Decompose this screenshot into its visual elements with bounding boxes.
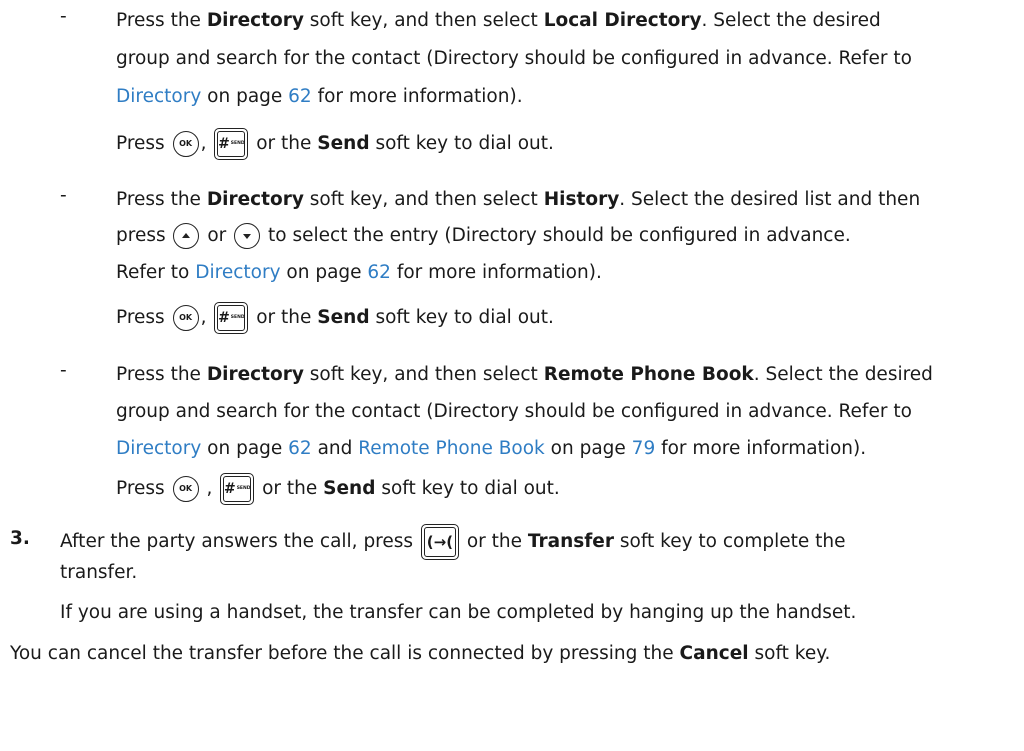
paragraph-line: Refer to Directory on page 62 for more i…: [116, 262, 602, 283]
directory-link[interactable]: Directory: [116, 86, 201, 107]
paragraph-line: After the party answers the call, press …: [60, 524, 846, 560]
paragraph-line: Press the Directory soft key, and then s…: [116, 10, 881, 31]
page-link[interactable]: 62: [288, 438, 312, 459]
paragraph-line: Press the Directory soft key, and then s…: [116, 364, 933, 385]
page-link[interactable]: 62: [367, 262, 391, 283]
step-number: 3.: [10, 528, 30, 549]
page-link[interactable]: 79: [632, 438, 656, 459]
ok-key-icon: OK: [172, 476, 199, 502]
bullet-dash: -: [60, 6, 67, 27]
paragraph-line: Press the Directory soft key, and then s…: [116, 189, 921, 210]
press-line: Press OK, # SEND or the Send soft key to …: [116, 302, 554, 334]
down-arrow-key-icon: [234, 223, 261, 249]
press-line: Press OK, # SEND or the Send soft key to …: [116, 128, 554, 160]
send-key-icon: # SEND: [214, 128, 249, 160]
directory-link[interactable]: Directory: [195, 262, 280, 283]
send-key-icon: # SEND: [220, 473, 255, 505]
paragraph-line: group and search for the contact (Direct…: [116, 401, 912, 422]
paragraph-line: If you are using a handset, the transfer…: [60, 602, 857, 623]
bullet-dash: -: [60, 185, 67, 206]
note-line: You can cancel the transfer before the c…: [10, 643, 831, 664]
ok-key-icon: OK: [172, 131, 199, 157]
send-key-icon: # SEND: [214, 302, 249, 334]
paragraph-line: transfer.: [60, 562, 138, 583]
up-arrow-key-icon: [173, 223, 200, 249]
transfer-key-icon: (→(: [420, 524, 459, 560]
press-line: Press OK , # SEND or the Send soft key to…: [116, 473, 560, 505]
page-link[interactable]: 62: [288, 86, 312, 107]
paragraph-line: Directory on page 62 and Remote Phone Bo…: [116, 438, 867, 459]
ok-key-icon: OK: [172, 305, 199, 331]
paragraph-line: Directory on page 62 for more informatio…: [116, 86, 523, 107]
paragraph-line: press or to select the entry (Directory …: [116, 221, 851, 251]
bullet-dash: -: [60, 360, 67, 381]
remote-phone-book-link[interactable]: Remote Phone Book: [358, 438, 545, 459]
paragraph-line: group and search for the contact (Direct…: [116, 48, 912, 69]
directory-link[interactable]: Directory: [116, 438, 201, 459]
